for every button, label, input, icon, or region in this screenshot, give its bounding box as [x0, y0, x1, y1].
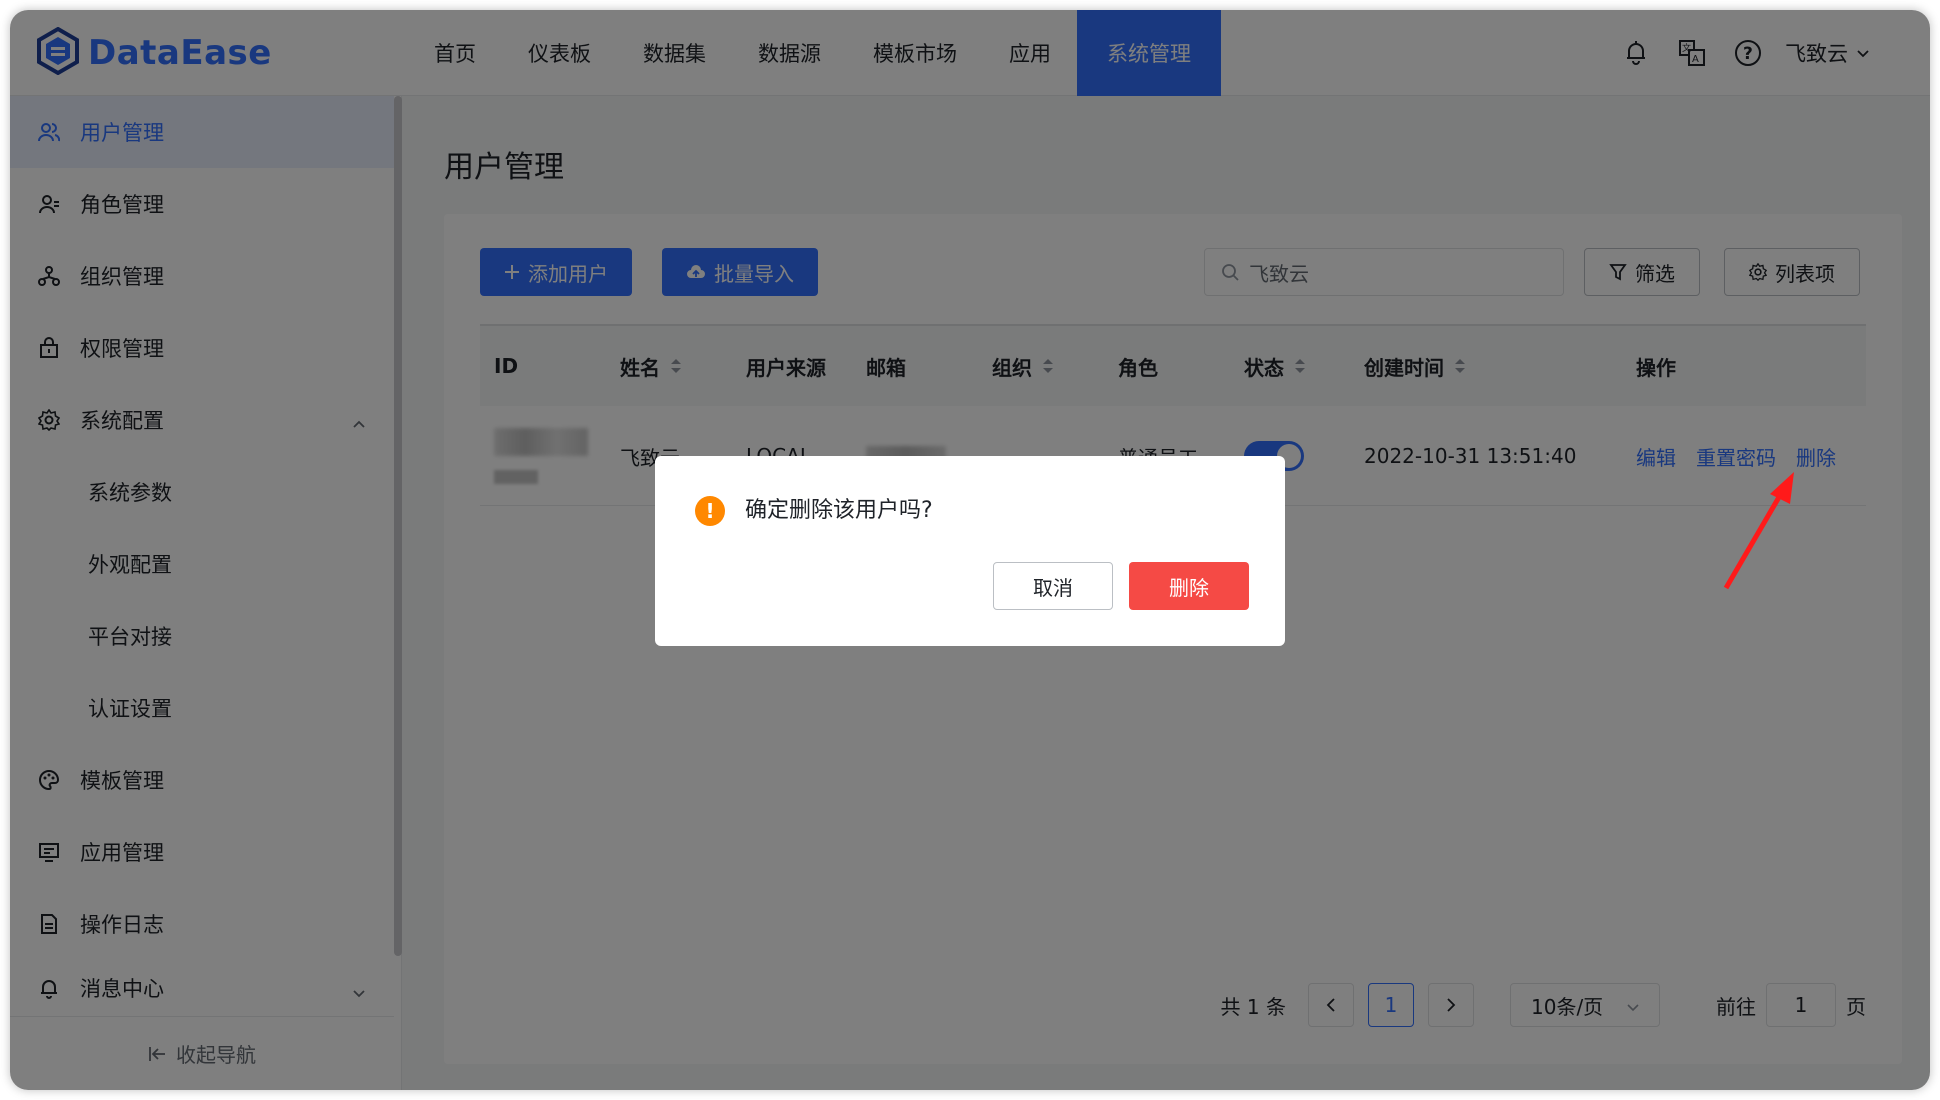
confirm-delete-button[interactable]: 删除: [1129, 562, 1249, 610]
warning-icon: !: [695, 496, 725, 526]
app-window: DataEase 首页 仪表板 数据集 数据源 模板市场 应用 系统管理 A文 …: [10, 10, 1930, 1090]
cancel-button[interactable]: 取消: [993, 562, 1113, 610]
dialog-message: 确定删除该用户吗?: [745, 498, 933, 523]
confirm-delete-dialog: ! 确定删除该用户吗? 取消 删除: [655, 456, 1285, 646]
